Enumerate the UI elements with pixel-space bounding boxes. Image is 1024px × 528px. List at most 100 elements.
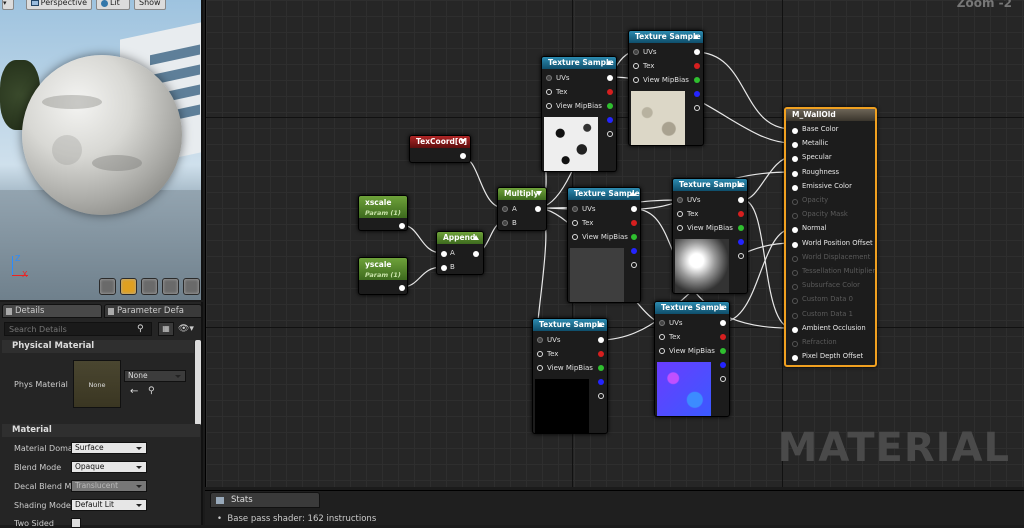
input-pin[interactable] (792, 284, 798, 291)
tex-pin[interactable] (677, 211, 683, 217)
rgb-output-pin[interactable] (738, 197, 744, 203)
input-pin-a[interactable] (502, 206, 508, 212)
b-output-pin[interactable] (598, 379, 604, 385)
r-output-pin[interactable] (694, 63, 700, 69)
mipbias-pin[interactable] (546, 103, 552, 109)
g-output-pin[interactable] (694, 77, 700, 83)
result-pin-row[interactable]: Base Color (790, 124, 875, 138)
uvs-pin[interactable] (572, 206, 578, 212)
b-output-pin[interactable] (738, 239, 744, 245)
texture-sample-node-6[interactable]: Texture Sample UVs Tex View MipBias (532, 318, 608, 434)
result-pin-row[interactable]: World Position Offset (790, 238, 875, 252)
collapse-arrow-icon[interactable] (719, 305, 725, 310)
uvs-pin[interactable] (633, 49, 639, 55)
rgb-output-pin[interactable] (720, 320, 726, 326)
texture-sample-node-5[interactable]: Texture Sample UVs Tex View MipBias (654, 301, 730, 417)
uvs-pin[interactable] (659, 320, 665, 326)
result-pin-row[interactable]: Metallic (790, 138, 875, 152)
input-pin[interactable] (792, 213, 798, 220)
uvs-pin[interactable] (546, 75, 552, 81)
rgb-output-pin[interactable] (631, 206, 637, 212)
tex-pin[interactable] (537, 351, 543, 357)
texture-sample-node-3[interactable]: Texture Sample UVs Tex View MipBias (567, 187, 641, 303)
input-pin[interactable] (792, 355, 798, 362)
b-output-pin[interactable] (694, 91, 700, 97)
collapse-arrow-icon[interactable] (460, 139, 466, 144)
a-output-pin[interactable] (738, 253, 744, 259)
input-pin[interactable] (792, 199, 798, 205)
b-output-pin[interactable] (631, 248, 637, 254)
result-pin-row[interactable]: Subsurface Color (790, 280, 875, 294)
r-output-pin[interactable] (607, 89, 613, 95)
output-pin[interactable] (535, 206, 541, 212)
two-sided-checkbox[interactable] (71, 518, 81, 528)
input-pin[interactable] (792, 298, 798, 305)
result-pin-row[interactable]: Ambient Occlusion (790, 323, 875, 337)
result-pin-row[interactable]: Custom Data 1 (790, 309, 875, 323)
mipbias-pin[interactable] (572, 234, 578, 240)
texcoord-node[interactable]: TexCoord[0] (409, 135, 471, 163)
r-output-pin[interactable] (631, 220, 637, 226)
output-pin[interactable] (399, 285, 405, 291)
mipbias-pin[interactable] (677, 225, 683, 231)
output-pin[interactable] (460, 153, 466, 159)
input-pin[interactable] (792, 156, 798, 163)
result-pin-row[interactable]: Emissive Color (790, 181, 875, 195)
a-output-pin[interactable] (694, 105, 700, 111)
input-pin[interactable] (792, 128, 798, 134)
input-pin[interactable] (792, 341, 798, 347)
tex-pin[interactable] (572, 220, 578, 226)
g-output-pin[interactable] (607, 103, 613, 109)
texture-sample-node-4[interactable]: Texture Sample UVs Tex View MipBias (672, 178, 748, 294)
result-pin-row[interactable]: Specular (790, 152, 875, 166)
r-output-pin[interactable] (738, 211, 744, 217)
input-pin[interactable] (792, 326, 798, 333)
mipbias-pin[interactable] (537, 365, 543, 371)
a-output-pin[interactable] (607, 131, 613, 137)
g-output-pin[interactable] (720, 348, 726, 354)
a-output-pin[interactable] (631, 262, 637, 268)
result-pin-row[interactable]: Opacity Mask (790, 209, 875, 223)
r-output-pin[interactable] (598, 351, 604, 357)
input-pin[interactable] (792, 312, 798, 319)
xscale-param-node[interactable]: xscale Param (1) (358, 195, 408, 231)
result-pin-row[interactable]: Tessellation Multiplier (790, 266, 875, 280)
tex-pin[interactable] (633, 63, 639, 69)
input-pin-b[interactable] (502, 220, 508, 226)
result-pin-row[interactable]: Roughness (790, 167, 875, 181)
rgb-output-pin[interactable] (694, 49, 700, 55)
multiply-node[interactable]: Multiply A B (497, 187, 547, 231)
r-output-pin[interactable] (720, 334, 726, 340)
input-pin[interactable] (792, 255, 798, 262)
uvs-pin[interactable] (677, 197, 683, 203)
output-pin[interactable] (473, 251, 479, 257)
collapse-arrow-icon[interactable] (737, 182, 743, 187)
result-pin-row[interactable]: Refraction (790, 337, 875, 351)
input-pin[interactable] (792, 142, 798, 149)
uvs-pin[interactable] (537, 337, 543, 343)
tab-stats[interactable]: Stats (210, 492, 320, 508)
texture-sample-node-1[interactable]: Texture Sample UVs Tex View MipBias (541, 56, 617, 172)
output-pin[interactable] (399, 223, 405, 229)
a-output-pin[interactable] (720, 376, 726, 382)
input-pin-a[interactable] (441, 251, 447, 257)
input-pin[interactable] (792, 270, 798, 276)
mipbias-pin[interactable] (633, 77, 639, 83)
input-pin[interactable] (792, 184, 798, 191)
result-pin-row[interactable]: Custom Data 0 (790, 294, 875, 308)
g-output-pin[interactable] (598, 365, 604, 371)
result-pin-row[interactable]: Opacity (790, 195, 875, 209)
collapse-arrow-icon[interactable] (630, 191, 636, 196)
append-node[interactable]: Append A B (436, 231, 484, 275)
texture-sample-node-2[interactable]: Texture Sample UVs Tex View MipBias (628, 30, 704, 146)
rgb-output-pin[interactable] (607, 75, 613, 81)
result-pin-row[interactable]: Normal (790, 223, 875, 237)
collapse-arrow-icon[interactable] (693, 34, 699, 39)
g-output-pin[interactable] (738, 225, 744, 231)
b-output-pin[interactable] (607, 117, 613, 123)
mipbias-pin[interactable] (659, 348, 665, 354)
material-result-node[interactable]: M_WallOld Base Color Metallic Specular Roug… (784, 107, 877, 367)
input-pin[interactable] (792, 241, 798, 248)
result-pin-row[interactable]: World Displacement (790, 252, 875, 266)
input-pin-b[interactable] (441, 265, 447, 271)
